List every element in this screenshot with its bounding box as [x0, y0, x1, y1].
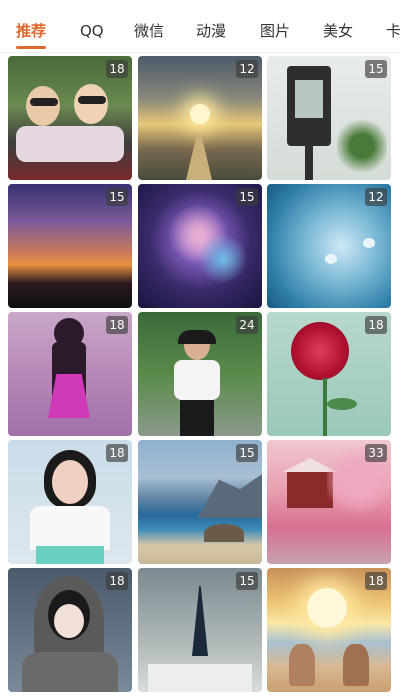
thumbnail-card[interactable]: 18 — [8, 568, 132, 692]
thumbnail-card[interactable]: 18 — [8, 56, 132, 180]
thumbnail-card[interactable]: 15 — [8, 184, 132, 308]
image-count-badge: 18 — [106, 572, 128, 590]
image-count-badge: 18 — [106, 444, 128, 462]
tab-more-partial[interactable]: 卡 — [386, 20, 400, 42]
image-count-badge: 15 — [236, 444, 258, 462]
thumbnail-card[interactable]: 18 — [8, 312, 132, 436]
thumbnail-card[interactable]: 24 — [138, 312, 262, 436]
image-count-badge: 12 — [236, 60, 258, 78]
category-tab-bar: 推荐 QQ 微信 动漫 图片 美女 卡 — [0, 0, 400, 52]
image-count-badge: 33 — [365, 444, 387, 462]
thumbnail-card[interactable]: 15 — [138, 568, 262, 692]
tab-images[interactable]: 图片 — [260, 20, 290, 42]
image-count-badge: 15 — [106, 188, 128, 206]
tab-wechat[interactable]: 微信 — [134, 20, 164, 42]
image-count-badge: 12 — [365, 188, 387, 206]
wallpaper-grid: 18 12 15 15 15 12 18 24 18 18 15 33 18 1… — [8, 56, 392, 700]
thumbnail-card[interactable]: 33 — [267, 440, 391, 564]
tab-divider — [0, 52, 400, 53]
tab-anime[interactable]: 动漫 — [196, 20, 226, 42]
image-count-badge: 18 — [106, 316, 128, 334]
image-count-badge: 15 — [236, 572, 258, 590]
thumbnail-card[interactable]: 12 — [267, 184, 391, 308]
thumbnail-card[interactable]: 15 — [138, 184, 262, 308]
image-count-badge: 18 — [106, 60, 128, 78]
thumbnail-card[interactable]: 18 — [267, 312, 391, 436]
thumbnail-card[interactable]: 15 — [138, 440, 262, 564]
image-count-badge: 18 — [365, 572, 387, 590]
tab-recommended[interactable]: 推荐 — [16, 20, 46, 42]
thumbnail-card[interactable]: 18 — [267, 568, 391, 692]
thumbnail-card[interactable]: 15 — [267, 56, 391, 180]
image-count-badge: 18 — [365, 316, 387, 334]
thumbnail-card[interactable]: 18 — [8, 440, 132, 564]
image-count-badge: 24 — [236, 316, 258, 334]
active-tab-indicator — [16, 46, 46, 49]
image-count-badge: 15 — [236, 188, 258, 206]
image-count-badge: 15 — [365, 60, 387, 78]
tab-qq[interactable]: QQ — [80, 20, 104, 42]
tab-beauty[interactable]: 美女 — [323, 20, 353, 42]
thumbnail-card[interactable]: 12 — [138, 56, 262, 180]
